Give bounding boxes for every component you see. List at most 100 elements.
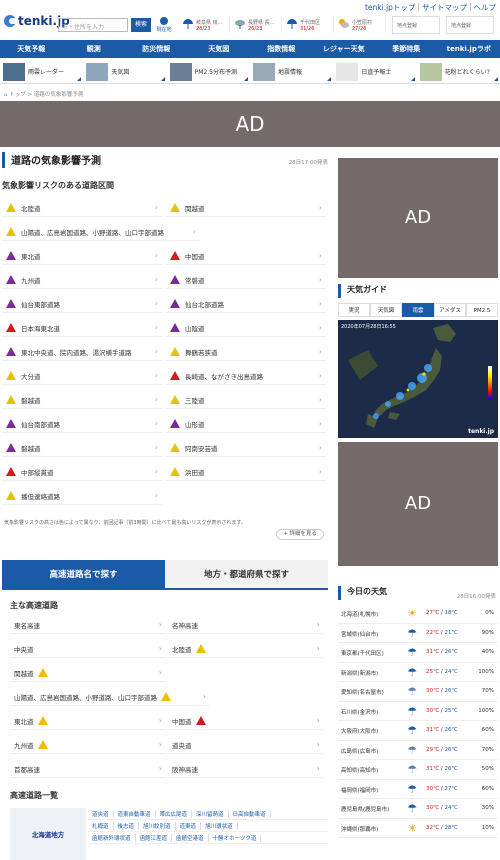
nav-item[interactable]: 観測: [63, 40, 126, 58]
road-item[interactable]: 山形道 ›: [166, 415, 326, 433]
road-link[interactable]: 札樽道: [88, 821, 114, 830]
tab-by-region[interactable]: 地方・都道府県で探す: [165, 560, 328, 590]
road-item[interactable]: 大分道 ›: [2, 367, 162, 385]
road-link[interactable]: 後志道: [114, 821, 140, 830]
weather-row[interactable]: 新潟県(新潟市) ☂ 25℃ / 24℃ 100%: [338, 663, 498, 682]
weather-row[interactable]: 福岡県(福岡市) ☂ 30℃ / 27℃ 60%: [338, 780, 498, 799]
search-input[interactable]: 市・住所を入力: [58, 18, 128, 32]
road-item[interactable]: 仙台南部道路 ›: [2, 415, 162, 433]
highway-item[interactable]: 東名高速 ›: [10, 616, 166, 634]
road-item[interactable]: 磐越道 ›: [2, 391, 162, 409]
forecast-chip[interactable]: 千代田区 31/26: [284, 16, 334, 34]
road-link[interactable]: 道東自動車道: [114, 809, 156, 818]
weather-row[interactable]: 宮城県(仙台市) ☂ 22℃ / 21℃ 90%: [338, 624, 498, 643]
road-item[interactable]: 東北中央道、院内道路、湯沢横手道路 ›: [2, 343, 162, 361]
road-item[interactable]: 日本海東北道 ›: [2, 319, 162, 337]
highway-item[interactable]: 中国道 ›: [168, 712, 324, 730]
road-link[interactable]: 函館新外環状道: [88, 833, 136, 842]
ad-banner-side[interactable]: AD: [338, 442, 498, 566]
road-item[interactable]: 浜田道 ›: [166, 463, 326, 481]
road-link[interactable]: 道央道: [88, 809, 114, 818]
road-link[interactable]: 旭川紋別道: [139, 821, 176, 830]
road-link[interactable]: 函館空港道: [172, 833, 209, 842]
weather-row[interactable]: 石川県(金沢市) ☂ 30℃ / 25℃ 100%: [338, 702, 498, 721]
weather-row[interactable]: 鹿児島県(鹿児島市) ☂ 30℃ / 24℃ 30%: [338, 799, 498, 819]
tab-weather-map[interactable]: 天気図: [370, 303, 402, 317]
nav-item[interactable]: 天気図: [188, 40, 251, 58]
road-item[interactable]: 山陰道 ›: [166, 319, 326, 337]
road-item[interactable]: 阿南安芸道 ›: [166, 439, 326, 457]
highway-item[interactable]: 九州道 ›: [10, 736, 166, 754]
ad-banner-top[interactable]: AD: [0, 101, 500, 147]
nav-item[interactable]: 防災情報: [125, 40, 188, 58]
register-slot[interactable]: 地点登録: [392, 16, 440, 34]
nav-item[interactable]: 指数情報: [250, 40, 313, 58]
road-item[interactable]: 仙台東部道路 ›: [2, 295, 162, 313]
search-button[interactable]: 検索: [131, 18, 151, 32]
highway-item[interactable]: 首都高速 ›: [10, 760, 166, 778]
road-link[interactable]: 函館江差道: [136, 833, 173, 842]
weather-row[interactable]: 大阪府(大阪市) ☂ 31℃ / 26℃ 60%: [338, 721, 498, 741]
subnav-item[interactable]: 日直予報士: [333, 60, 416, 83]
forecast-chip[interactable]: 岐阜県 岐… 28/23: [180, 16, 230, 34]
highway-item[interactable]: 阪神高速 ›: [168, 760, 324, 778]
current-location-button[interactable]: 現在地: [155, 17, 173, 35]
subnav-item[interactable]: 花粉どれくらい?: [417, 60, 500, 83]
highway-item[interactable]: 名神高速 ›: [168, 616, 324, 634]
subnav-item[interactable]: 天気図: [83, 60, 166, 83]
tab-by-highway[interactable]: 高速道路名で探す: [2, 560, 165, 590]
road-item[interactable]: 仙台北部道路 ›: [166, 295, 326, 313]
weather-row[interactable]: 高知県(高知市) ☂ 31℃ / 26℃ 50%: [338, 760, 498, 780]
highway-item[interactable]: 東北道 ›: [10, 712, 166, 730]
forecast-chip[interactable]: 小笠原村 27/26: [336, 16, 386, 34]
tab-observation[interactable]: 実況: [338, 303, 370, 317]
subnav-item[interactable]: 雨雲レーダー: [0, 60, 83, 83]
register-slot[interactable]: 地点登録: [446, 16, 494, 34]
weather-row[interactable]: 東京都(千代田区) ☂ 31℃ / 26℃ 40%: [338, 643, 498, 663]
highway-item[interactable]: 中央道 ›: [10, 640, 166, 658]
road-item[interactable]: 北陸道 ›: [2, 199, 162, 217]
road-link[interactable]: 十勝オホーツク道: [209, 833, 262, 842]
weather-row[interactable]: 広島県(広島市) ☂ 29℃ / 26℃ 70%: [338, 741, 498, 760]
temp-low: 27℃: [444, 785, 458, 792]
temperature: 31℃ / 26℃: [426, 649, 458, 655]
road-item[interactable]: 九州道 ›: [2, 271, 162, 289]
road-item[interactable]: 山陽道、広島岩国道路、小野道路、山口宇部道路 ›: [2, 223, 200, 241]
road-item[interactable]: 東北道 ›: [2, 247, 162, 265]
weather-row[interactable]: 愛知県(名古屋市) ☂ 30℃ / 26℃ 70%: [338, 682, 498, 702]
road-item[interactable]: 三陸道 ›: [166, 391, 326, 409]
highway-item[interactable]: 道央道 ›: [168, 736, 324, 754]
highway-item[interactable]: 北陸道 ›: [168, 640, 324, 658]
highway-item[interactable]: 関越道 ›: [10, 664, 166, 682]
tab-amedas[interactable]: アメダス: [434, 303, 466, 317]
road-item[interactable]: 中国道 ›: [166, 247, 326, 265]
road-link[interactable]: 深川留萌道: [192, 809, 229, 818]
road-link[interactable]: 日高自動車道: [229, 809, 271, 818]
road-item[interactable]: 播但連絡道路 ›: [2, 487, 162, 505]
weather-row[interactable]: 北海道(札幌市) ☀ 27℃ / 18℃ 0%: [338, 604, 498, 624]
tab-rain-cloud[interactable]: 雨雲: [402, 303, 434, 317]
road-item[interactable]: 常磐道 ›: [166, 271, 326, 289]
ad-banner-side[interactable]: AD: [338, 158, 498, 278]
road-item[interactable]: 長崎道、ながさき出島道路 ›: [166, 367, 326, 385]
forecast-chip[interactable]: 長野県 長… 26/23: [232, 16, 282, 34]
nav-item[interactable]: 季節特集: [375, 40, 438, 58]
subnav-item[interactable]: 地震情報: [250, 60, 333, 83]
road-item[interactable]: 中部縦貫道 ›: [2, 463, 162, 481]
road-item[interactable]: 磐越道 ›: [2, 439, 162, 457]
weather-row[interactable]: 沖縄県(那覇市) ☀ 32℃ / 28℃ 10%: [338, 819, 498, 838]
subnav-item[interactable]: PM2.5分布予測: [167, 60, 250, 83]
nav-item[interactable]: 天気予報: [0, 40, 63, 58]
breadcrumb[interactable]: ⌂ トップ > 道路の気象影響予測: [4, 90, 83, 98]
road-link[interactable]: 道東道: [176, 821, 202, 830]
tab-pm25[interactable]: PM2.5: [466, 303, 498, 317]
road-item[interactable]: 関越道 ›: [166, 199, 326, 217]
road-item[interactable]: 舞鶴若狭道 ›: [166, 343, 326, 361]
more-details-button[interactable]: + 詳細を見る: [276, 529, 324, 540]
nav-item[interactable]: レジャー天気: [313, 40, 376, 58]
road-link[interactable]: 旭川環状道: [201, 821, 238, 830]
rain-radar-map[interactable]: 2020年07月28日16:55 tenki.jp: [338, 320, 498, 438]
nav-item[interactable]: tenki.jpラボ: [438, 40, 500, 58]
road-link[interactable]: 帯広広尾道: [156, 809, 193, 818]
highway-item[interactable]: 山陽道、広島岩国道路、小野道路、山口宇部道路 ›: [10, 688, 210, 706]
